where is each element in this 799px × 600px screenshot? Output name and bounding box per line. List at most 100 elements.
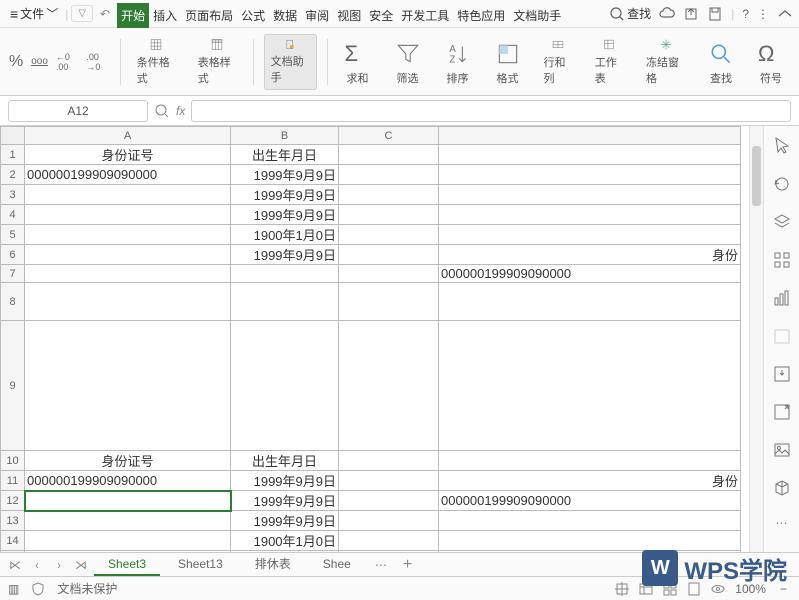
refresh-icon[interactable]: [772, 174, 792, 194]
undo-icon[interactable]: ↶: [96, 7, 114, 21]
sheet-tab[interactable]: 排休表: [241, 552, 305, 577]
menu-icon[interactable]: ▥: [8, 582, 19, 596]
cell[interactable]: [339, 491, 439, 511]
row-header[interactable]: 2: [1, 165, 25, 185]
row-header[interactable]: 13: [1, 511, 25, 531]
cell[interactable]: 出生年月日: [231, 145, 339, 165]
zoom-level[interactable]: 100%: [735, 582, 766, 596]
cell[interactable]: [25, 205, 231, 225]
cell[interactable]: [25, 225, 231, 245]
tab-layout[interactable]: 页面布局: [181, 3, 237, 28]
share-icon[interactable]: [683, 6, 699, 22]
save-icon[interactable]: [707, 6, 723, 22]
cell[interactable]: [339, 205, 439, 225]
last-sheet-button[interactable]: ⋊: [72, 556, 90, 574]
backup-icon[interactable]: [772, 364, 792, 384]
search-fx-icon[interactable]: [154, 103, 170, 119]
cell[interactable]: [231, 551, 339, 553]
row-header[interactable]: 15: [1, 551, 25, 553]
tab-review[interactable]: 审阅: [301, 3, 333, 28]
reading-view-icon[interactable]: [711, 582, 725, 596]
cell[interactable]: 1999年9月9日: [231, 165, 339, 185]
percent-button[interactable]: %: [8, 52, 24, 72]
collapse-ribbon-icon[interactable]: [777, 6, 793, 22]
cell[interactable]: 000000199909090000: [25, 165, 231, 185]
cell[interactable]: [339, 551, 439, 553]
prev-sheet-button[interactable]: ‹: [28, 556, 46, 574]
col-header-D[interactable]: [439, 127, 741, 145]
select-all-corner[interactable]: [1, 127, 25, 145]
cell[interactable]: [231, 283, 339, 321]
cell[interactable]: [339, 265, 439, 283]
formula-input[interactable]: [191, 100, 791, 122]
tab-insert[interactable]: 插入: [149, 3, 181, 28]
cell[interactable]: 身份证号: [25, 145, 231, 165]
cell[interactable]: [339, 225, 439, 245]
apps-icon[interactable]: [772, 250, 792, 270]
cell[interactable]: [439, 205, 741, 225]
conditional-format-button[interactable]: 条件格式: [131, 34, 182, 90]
first-sheet-button[interactable]: ⋉: [6, 556, 24, 574]
page-layout-icon[interactable]: [687, 582, 701, 596]
col-header-B[interactable]: B: [231, 127, 339, 145]
find-button[interactable]: 查找: [701, 34, 741, 90]
decrease-decimal-button[interactable]: ←0 .00: [55, 51, 79, 73]
cell[interactable]: [25, 511, 231, 531]
row-header[interactable]: 4: [1, 205, 25, 225]
increase-decimal-button[interactable]: .00 →0: [85, 51, 109, 73]
tab-special[interactable]: 特色应用: [453, 3, 509, 28]
row-header[interactable]: 11: [1, 471, 25, 491]
cell[interactable]: [25, 185, 231, 205]
calendar-icon[interactable]: [772, 326, 792, 346]
tab-formula[interactable]: 公式: [237, 3, 269, 28]
more-icon[interactable]: ⋮: [757, 7, 769, 21]
cell[interactable]: 000000199909090000: [439, 265, 741, 283]
sum-button[interactable]: Σ 求和: [338, 34, 378, 90]
chart-icon[interactable]: [772, 288, 792, 308]
cell[interactable]: 1999年9月9日: [231, 511, 339, 531]
cloud-icon[interactable]: [659, 6, 675, 22]
tab-view[interactable]: 视图: [333, 3, 365, 28]
cell[interactable]: [339, 511, 439, 531]
cell[interactable]: [439, 225, 741, 245]
cell[interactable]: [339, 471, 439, 491]
row-header[interactable]: 10: [1, 451, 25, 471]
cell[interactable]: [339, 245, 439, 265]
search-button[interactable]: 查找: [609, 5, 651, 22]
sort-button[interactable]: AZ 排序: [438, 34, 478, 90]
worksheet-button[interactable]: 工作表: [589, 34, 630, 90]
cell[interactable]: 1999年9月9日: [231, 185, 339, 205]
file-menu[interactable]: ≡ 文件 ﹀: [6, 3, 62, 24]
row-header[interactable]: 7: [1, 265, 25, 283]
tab-start[interactable]: 开始: [117, 3, 149, 28]
focus-icon[interactable]: [615, 582, 629, 596]
row-header[interactable]: 3: [1, 185, 25, 205]
cell[interactable]: [439, 511, 741, 531]
row-header[interactable]: 6: [1, 245, 25, 265]
cell[interactable]: [339, 321, 439, 451]
symbol-button[interactable]: Ω 符号: [751, 34, 791, 90]
row-header[interactable]: 5: [1, 225, 25, 245]
help-icon[interactable]: ?: [742, 7, 749, 21]
export-icon[interactable]: [772, 402, 792, 422]
cell[interactable]: 出生年月日: [231, 451, 339, 471]
cell[interactable]: 1999年9月9日: [231, 205, 339, 225]
cell[interactable]: [439, 185, 741, 205]
vertical-scrollbar[interactable]: [749, 126, 763, 552]
format-button[interactable]: 格式: [488, 34, 528, 90]
cell[interactable]: [339, 283, 439, 321]
cell[interactable]: 1999年9月9日: [231, 491, 339, 511]
layers-icon[interactable]: [772, 212, 792, 232]
cell[interactable]: [439, 531, 741, 551]
row-header[interactable]: 9: [1, 321, 25, 451]
next-sheet-button[interactable]: ›: [50, 556, 68, 574]
cell[interactable]: 身份: [439, 245, 741, 265]
comma-style-button[interactable]: ooo: [30, 55, 49, 68]
row-header[interactable]: 14: [1, 531, 25, 551]
cell[interactable]: [439, 321, 741, 451]
scrollbar-thumb[interactable]: [752, 146, 761, 206]
cell[interactable]: [439, 451, 741, 471]
cell[interactable]: [339, 145, 439, 165]
cube-icon[interactable]: [772, 478, 792, 498]
cell[interactable]: 1999年9月9日: [231, 245, 339, 265]
